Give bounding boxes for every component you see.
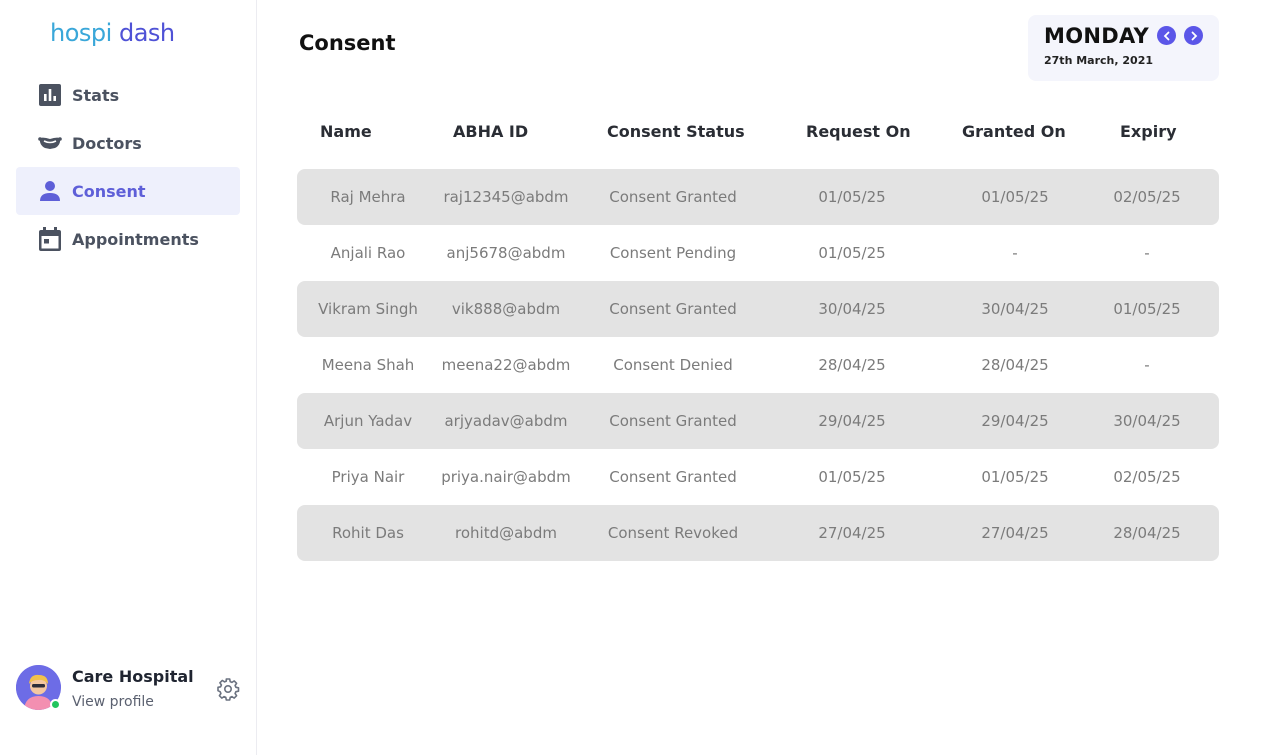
cell-abha-id: arjyadav@abdm <box>444 412 568 430</box>
sidebar-item-label: Stats <box>72 85 120 105</box>
table-row[interactable]: Raj Mehra raj12345@abdm Consent Granted … <box>297 169 1219 225</box>
cell-granted-on: 27/04/25 <box>981 524 1049 542</box>
table-row[interactable]: Arjun Yadav arjyadav@abdm Consent Grante… <box>297 393 1219 449</box>
brand-logo[interactable]: hospi dash <box>50 19 175 47</box>
brand-logo-part2: dash <box>118 19 175 47</box>
chevron-left-icon <box>1163 31 1169 40</box>
cell-name: Arjun Yadav <box>323 412 413 430</box>
cell-request-on: 01/05/25 <box>818 468 886 486</box>
cell-request-on: 28/04/25 <box>818 356 886 374</box>
table-header: Name ABHA ID Consent Status Request On G… <box>297 112 1219 156</box>
brand-logo-part1: hospi <box>50 19 112 47</box>
cell-name: Vikram Singh <box>318 300 418 318</box>
table-body: Raj Mehra raj12345@abdm Consent Granted … <box>297 169 1219 561</box>
cell-consent-status: Consent Granted <box>609 300 737 318</box>
cell-expiry: - <box>1144 244 1150 262</box>
column-header-request-on: Request On <box>806 122 911 141</box>
sidebar-item-label: Appointments <box>72 229 199 249</box>
next-day-button[interactable] <box>1184 26 1203 45</box>
profile-name: Care Hospital <box>72 667 194 686</box>
cell-name: Meena Shah <box>321 356 415 374</box>
sidebar-item-label: Consent <box>72 181 146 201</box>
column-header-name: Name <box>320 122 372 141</box>
stethoscope-icon <box>38 131 62 155</box>
sidebar-nav: Stats Doctors Consent Appointments <box>16 71 240 263</box>
cell-name: Anjali Rao <box>330 244 406 262</box>
cell-abha-id: meena22@abdm <box>441 356 571 374</box>
prev-day-button[interactable] <box>1157 26 1176 45</box>
column-header-consent-status: Consent Status <box>607 122 745 141</box>
cell-consent-status: Consent Granted <box>609 412 737 430</box>
cell-consent-status: Consent Granted <box>609 188 737 206</box>
cell-request-on: 29/04/25 <box>818 412 886 430</box>
sidebar: hospi dash Stats Doctors Consent Appoint… <box>0 0 257 755</box>
cell-name: Raj Mehra <box>330 188 406 206</box>
cell-expiry: 01/05/25 <box>1113 300 1181 318</box>
cell-granted-on: 28/04/25 <box>981 356 1049 374</box>
cell-consent-status: Consent Denied <box>613 356 733 374</box>
date-label: 27th March, 2021 <box>1044 54 1153 67</box>
cell-expiry: 28/04/25 <box>1113 524 1181 542</box>
cell-request-on: 27/04/25 <box>818 524 886 542</box>
cell-granted-on: 01/05/25 <box>981 468 1049 486</box>
table-row[interactable]: Meena Shah meena22@abdm Consent Denied 2… <box>297 337 1219 393</box>
cell-abha-id: anj5678@abdm <box>446 244 566 262</box>
sidebar-item-consent[interactable]: Consent <box>16 167 240 215</box>
cell-granted-on: 30/04/25 <box>981 300 1049 318</box>
table-row[interactable]: Priya Nair priya.nair@abdm Consent Grant… <box>297 449 1219 505</box>
cell-abha-id: raj12345@abdm <box>443 188 569 206</box>
cell-granted-on: 01/05/25 <box>981 188 1049 206</box>
cell-expiry: 02/05/25 <box>1113 188 1181 206</box>
cell-abha-id: rohitd@abdm <box>455 524 557 542</box>
sidebar-item-appointments[interactable]: Appointments <box>16 215 240 263</box>
column-header-abha-id: ABHA ID <box>453 122 529 141</box>
date-card: MONDAY 27th March, 2021 <box>1028 15 1219 81</box>
column-header-granted-on: Granted On <box>962 122 1066 141</box>
cell-consent-status: Consent Revoked <box>607 524 739 542</box>
table-row[interactable]: Anjali Rao anj5678@abdm Consent Pending … <box>297 225 1219 281</box>
person-icon <box>38 179 62 203</box>
cell-granted-on: - <box>1012 244 1018 262</box>
bar-chart-icon <box>38 83 62 107</box>
cell-request-on: 01/05/25 <box>818 188 886 206</box>
column-header-expiry: Expiry <box>1120 122 1177 141</box>
app: hospi dash Stats Doctors Consent Appoint… <box>0 0 1265 755</box>
sidebar-item-stats[interactable]: Stats <box>16 71 240 119</box>
cell-consent-status: Consent Pending <box>609 244 737 262</box>
cell-granted-on: 29/04/25 <box>981 412 1049 430</box>
day-label: MONDAY <box>1044 24 1150 48</box>
online-status-dot <box>50 699 61 710</box>
calendar-icon <box>38 227 62 251</box>
cell-consent-status: Consent Granted <box>609 468 737 486</box>
chevron-right-icon <box>1191 31 1197 40</box>
cell-request-on: 30/04/25 <box>818 300 886 318</box>
table-row[interactable]: Vikram Singh vik888@abdm Consent Granted… <box>297 281 1219 337</box>
sidebar-item-doctors[interactable]: Doctors <box>16 119 240 167</box>
profile-card: Care Hospital View profile <box>16 665 244 711</box>
table-row[interactable]: Rohit Das rohitd@abdm Consent Revoked 27… <box>297 505 1219 561</box>
cell-name: Priya Nair <box>331 468 405 486</box>
view-profile-link[interactable]: View profile <box>72 694 154 710</box>
cell-expiry: 02/05/25 <box>1113 468 1181 486</box>
consent-table: Name ABHA ID Consent Status Request On G… <box>297 112 1219 561</box>
cell-expiry: - <box>1144 356 1150 374</box>
cell-expiry: 30/04/25 <box>1113 412 1181 430</box>
cell-request-on: 01/05/25 <box>818 244 886 262</box>
gear-icon[interactable] <box>216 677 240 701</box>
cell-name: Rohit Das <box>332 524 404 542</box>
cell-abha-id: priya.nair@abdm <box>441 468 571 486</box>
sidebar-item-label: Doctors <box>72 133 142 153</box>
page-title: Consent <box>299 31 396 55</box>
cell-abha-id: vik888@abdm <box>451 300 561 318</box>
